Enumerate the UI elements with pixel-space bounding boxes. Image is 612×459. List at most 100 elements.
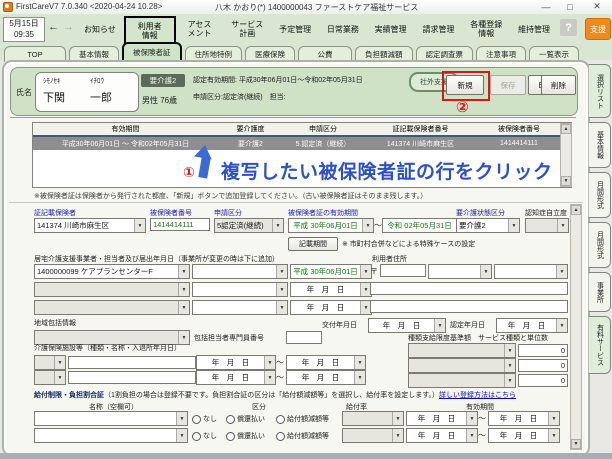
side-tab-monthly-format-2[interactable]: 月間形式: [588, 222, 611, 268]
care-level-badge: 要介護2: [141, 74, 185, 87]
radio-circle-icon: [192, 414, 201, 424]
minimize-button[interactable]: —: [534, 0, 558, 13]
menu-item-registration[interactable]: 各種登録 情報: [462, 16, 510, 42]
facility-name-input-2[interactable]: [68, 371, 196, 384]
menu-item-schedule[interactable]: 予定管理: [271, 16, 319, 42]
scroll-up-icon[interactable]: ▲: [561, 124, 571, 134]
staff-select-3[interactable]: ▼: [192, 300, 288, 315]
tab-insurance-card[interactable]: 被保険者証: [122, 42, 182, 62]
staff-select-1[interactable]: ▼: [192, 264, 288, 279]
side-tab-paid-service[interactable]: 有料サービス: [588, 316, 611, 374]
address-pref-select[interactable]: ▼: [428, 264, 492, 279]
facility-out-date-2[interactable]: 年 月 日 ▼: [286, 370, 366, 385]
new-button[interactable]: 新規: [446, 75, 484, 95]
radio-circle-icon: [276, 431, 285, 441]
insurer-select[interactable]: 141374 川崎市麻生区 ▼: [34, 218, 146, 233]
postal-code-input[interactable]: [380, 264, 426, 277]
menu-item-notice[interactable]: お知らせ: [76, 16, 124, 42]
shurui-units-input-3[interactable]: [518, 374, 568, 387]
delete-button[interactable]: 削除: [541, 75, 576, 95]
houkatsu-no-input[interactable]: [286, 331, 322, 344]
table-scrollbar[interactable]: ▲ ▼: [560, 123, 572, 187]
benefit-name-select-1[interactable]: ▼: [34, 411, 188, 426]
radio-reimburse-2[interactable]: 償還払い: [226, 431, 265, 441]
radio-reimburse-1[interactable]: 償還払い: [226, 414, 265, 424]
dropdown-arrow-icon: ▼: [54, 356, 65, 369]
dropdown-arrow-icon: ▼: [548, 429, 559, 442]
kisai-period-button[interactable]: 記載期間: [288, 237, 338, 251]
side-tab-office[interactable]: 事業所: [588, 272, 611, 312]
forward-arrow-icon[interactable]: →: [63, 21, 74, 33]
dropdown-arrow-icon: ▼: [392, 412, 403, 425]
benefit-to-date-1[interactable]: 年 月 日 ▼: [488, 411, 560, 426]
shurui-select-2[interactable]: ▼: [408, 358, 516, 373]
application-select[interactable]: 5認定済(継続) ▼: [214, 218, 284, 233]
scroll-up-icon[interactable]: ▲: [571, 205, 581, 215]
dropdown-arrow-icon: ▼: [264, 356, 275, 369]
close-button[interactable]: ✕: [584, 0, 610, 13]
address-city-select[interactable]: ▼: [494, 264, 568, 279]
col-header-application: 申請区分: [309, 126, 337, 133]
issue-date-select[interactable]: 年 月 日 ▼: [368, 318, 446, 333]
shurui-select-1[interactable]: ▼: [408, 343, 516, 358]
insurer-label: 証記載保険者: [34, 210, 76, 217]
dropdown-arrow-icon: ▼: [466, 412, 477, 425]
date-time-box: 5月15日 09:35: [3, 17, 45, 42]
radio-none-1[interactable]: なし: [192, 414, 217, 424]
facility-name-input-1[interactable]: [68, 356, 196, 369]
back-arrow-icon[interactable]: ←: [48, 21, 59, 33]
office-select-3[interactable]: ▼: [34, 300, 190, 315]
facility-type-select-1[interactable]: ▼: [34, 355, 66, 370]
insured-no-input[interactable]: [150, 218, 210, 231]
facility-out-date-1[interactable]: 年 月 日 ▼: [286, 355, 366, 370]
menu-item-billing[interactable]: 請求管理: [415, 16, 463, 42]
facility-type-select-2[interactable]: ▼: [34, 370, 66, 385]
benefit-from-date-1[interactable]: 年 月 日 ▼: [406, 411, 478, 426]
office-date-select-3[interactable]: 年 月 日 ▼: [290, 300, 372, 315]
help-button[interactable]: ?: [560, 19, 577, 36]
staff-select-2[interactable]: ▼: [192, 282, 288, 297]
side-tab-basic-info[interactable]: 基本情報: [588, 122, 611, 168]
side-tab-selection-list[interactable]: 選択リスト: [588, 64, 611, 118]
address-line2-input[interactable]: [370, 300, 568, 313]
care-level-select[interactable]: 要介護2 ▼: [456, 218, 520, 233]
radio-reduction-2[interactable]: 給付額減額等: [276, 431, 329, 441]
form-scrollbar[interactable]: ▲ ▼: [570, 204, 582, 450]
radio-none-2[interactable]: なし: [192, 431, 217, 441]
scroll-down-icon[interactable]: ▼: [561, 176, 571, 186]
facility-in-date-1[interactable]: 年 月 日 ▼: [196, 355, 276, 370]
menu-item-assessment[interactable]: アセス メント: [176, 16, 224, 42]
address-line1-input[interactable]: [370, 282, 568, 295]
office-date-select-2[interactable]: 年 月 日 ▼: [290, 282, 372, 297]
benefit-name-select-2[interactable]: ▼: [34, 428, 188, 443]
table-row-selected[interactable]: 平成30年06月01日 ～ 令和02年05月31日 要介護2 5.認定済（継続）…: [33, 137, 560, 150]
shurui-units-input-1[interactable]: [518, 344, 568, 357]
validity-from-select[interactable]: 平成 30年06月01日 ▼: [288, 218, 374, 233]
scroll-down-icon[interactable]: ▼: [571, 439, 581, 449]
office-select-2[interactable]: ▼: [34, 282, 190, 297]
cell-insured-no: 1414414111: [500, 140, 538, 147]
facility-in-date-2[interactable]: 年 月 日 ▼: [196, 370, 276, 385]
shurui-select-3[interactable]: ▼: [408, 373, 516, 388]
maximize-button[interactable]: □: [558, 0, 582, 13]
support-button[interactable]: 支援: [585, 18, 611, 40]
office-date-select-1[interactable]: 平成 30年06月01日 ▼: [290, 264, 372, 279]
radio-reduction-1[interactable]: 給付額減額等: [276, 414, 329, 424]
main-menu: お知らせ 利用者 情報 アセス メント サービス 計画 予定管理 日常業務 実績管理 …: [76, 15, 558, 46]
menu-item-daily-work[interactable]: 日常業務: [319, 16, 367, 42]
dementia-select[interactable]: ▼: [525, 218, 569, 233]
menu-item-results[interactable]: 実績管理: [367, 16, 415, 42]
benefit-rate-select-1[interactable]: ▼: [342, 411, 404, 426]
shurui-units-input-2[interactable]: [518, 359, 568, 372]
menu-item-maintenance[interactable]: 維持管理: [510, 16, 558, 42]
side-tab-monthly-format-1[interactable]: 月間形式: [588, 172, 611, 218]
divider-line: [10, 117, 576, 118]
cert-date-select[interactable]: 年 月 日 ▼: [496, 318, 568, 333]
office-select-1[interactable]: 1400000099 ケアプランセンターF ▼: [34, 264, 190, 279]
benefit-from-date-2[interactable]: 年 月 日 ▼: [406, 428, 478, 443]
application-window: FirstCareV7 7.0.340 <2020-04-24 10.28> 八…: [0, 0, 612, 457]
menu-item-service-plan[interactable]: サービス 計画: [223, 16, 271, 42]
benefit-rate-select-2[interactable]: ▼: [342, 428, 404, 443]
benefit-to-date-2[interactable]: 年 月 日 ▼: [488, 428, 560, 443]
benefits-help-link[interactable]: 詳しい登録方法はこちら: [439, 392, 516, 399]
